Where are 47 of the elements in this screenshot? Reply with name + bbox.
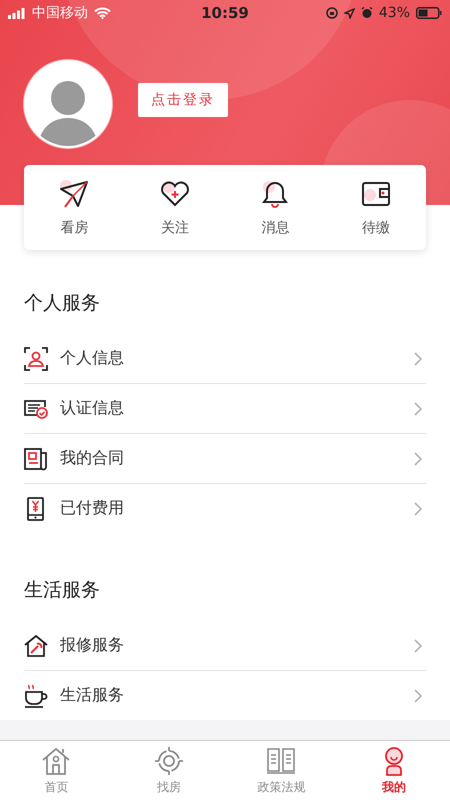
quick-action[interactable]: 看房	[24, 165, 124, 250]
menu-row[interactable]: 认证信息	[24, 384, 426, 434]
menu-row[interactable]: 个人信息	[24, 334, 426, 384]
heart-plus-icon	[160, 178, 190, 208]
row-label: 我的合同	[60, 448, 125, 469]
clock-time: 10:59	[201, 4, 249, 22]
tab[interactable]: 政策法规	[225, 741, 338, 800]
chevron-right-icon	[414, 452, 422, 466]
tab[interactable]: 我的	[338, 741, 450, 800]
house-wrench-icon	[24, 634, 48, 658]
row-label: 个人信息	[60, 348, 125, 369]
coffee-cup-icon	[24, 684, 48, 708]
login-button[interactable]: 点击登录	[138, 83, 228, 117]
bell-icon	[260, 178, 290, 208]
alarm-icon	[360, 7, 373, 19]
location-icon	[344, 8, 355, 18]
chevron-right-icon	[414, 402, 422, 416]
section-title: 个人服务	[24, 291, 101, 316]
chevron-right-icon	[414, 502, 422, 516]
target-icon	[154, 746, 184, 776]
quick-action[interactable]: 关注	[124, 165, 225, 250]
quick-action[interactable]: 待缴	[326, 165, 426, 250]
rotation-lock-icon	[326, 7, 338, 19]
menu-row[interactable]: 报修服务	[24, 621, 426, 671]
chevron-right-icon	[414, 638, 422, 652]
carrier-name: 中国移动	[32, 4, 88, 22]
row-label: 生活服务	[60, 685, 125, 706]
paper-plane-icon	[59, 178, 90, 208]
row-label: 已付费用	[60, 498, 125, 519]
tab[interactable]: 找房	[112, 741, 225, 800]
row-label: 认证信息	[60, 398, 125, 419]
profile-card-icon	[24, 346, 48, 370]
row-label: 报修服务	[60, 635, 125, 656]
menu-row[interactable]: 生活服务	[24, 671, 426, 720]
wifi-icon	[94, 7, 111, 19]
battery-icon	[416, 7, 442, 19]
house-icon	[41, 746, 72, 776]
menu-row[interactable]: 我的合同	[24, 434, 426, 484]
chevron-right-icon	[414, 352, 422, 366]
section-title: 生活服务	[24, 578, 101, 603]
signal-icon	[8, 8, 26, 18]
document-icon	[24, 446, 48, 470]
quick-action[interactable]: 消息	[225, 165, 326, 250]
menu-row[interactable]: 已付费用	[24, 484, 426, 533]
chevron-right-icon	[414, 688, 422, 702]
battery-percent: 43%	[378, 5, 410, 21]
book-icon	[266, 746, 296, 776]
